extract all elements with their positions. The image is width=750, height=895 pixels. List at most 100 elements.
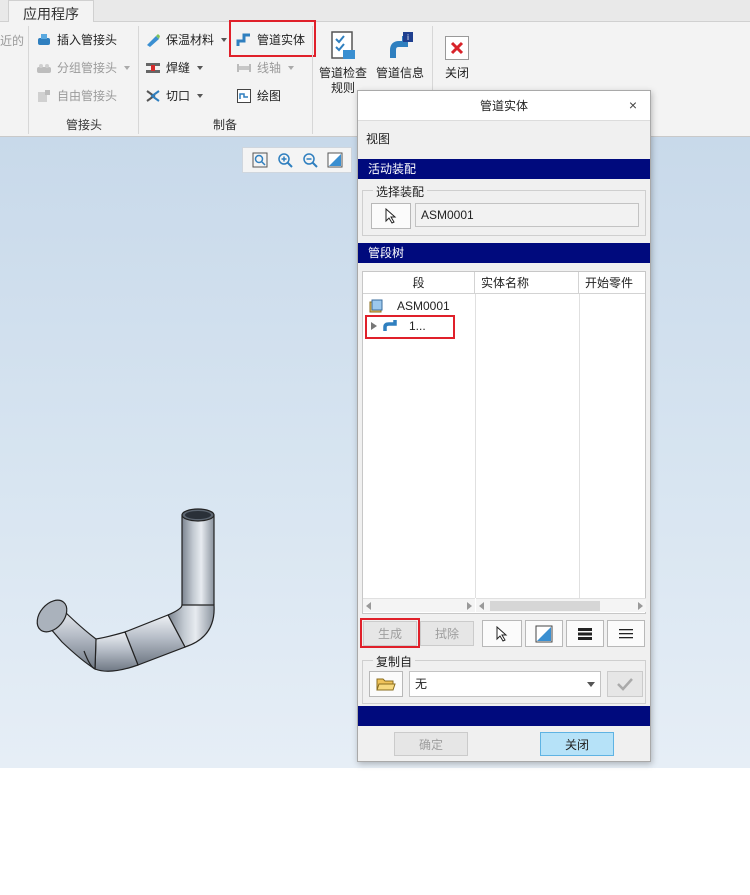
select-assembly-label: 选择装配 bbox=[373, 183, 428, 200]
pipe-joint-group-label: 管接头 bbox=[65, 118, 102, 132]
watermark-url: jingyan.baidu.com bbox=[578, 866, 680, 879]
highlight-box-segment bbox=[365, 315, 455, 339]
column-header-segment[interactable]: 段 bbox=[363, 272, 475, 294]
cursor-arrow-icon bbox=[385, 208, 397, 224]
shading-icon bbox=[535, 625, 553, 642]
group-pipe-joint-button[interactable]: 分组管接头 bbox=[36, 59, 131, 76]
scrollbar-thumb[interactable] bbox=[490, 601, 600, 611]
baidu-watermark: Bai◕经验 jingyan.baidu.com bbox=[578, 835, 748, 895]
ribbon-close-button[interactable]: 关闭 bbox=[438, 36, 476, 81]
column-divider bbox=[579, 294, 580, 598]
segment-tree-table[interactable]: 段 实体名称 开始零件 ASM0001 1... bbox=[362, 271, 646, 614]
checkmark-icon bbox=[617, 678, 633, 691]
scroll-left-icon[interactable] bbox=[479, 602, 484, 610]
horizontal-scrollbar[interactable] bbox=[476, 598, 646, 612]
insert-joint-icon bbox=[38, 33, 50, 45]
folder-open-icon bbox=[376, 678, 396, 691]
ribbon-tab-row: 应用程序 bbox=[0, 0, 750, 22]
cut-icon bbox=[146, 89, 160, 102]
select-segment-button[interactable] bbox=[482, 620, 522, 647]
copy-from-value: 无 bbox=[415, 677, 428, 691]
close-button[interactable]: 关闭 bbox=[540, 732, 614, 756]
pipe-info-icon: i bbox=[390, 32, 413, 58]
truncated-command-label: 近的 bbox=[0, 34, 25, 48]
assembly-field[interactable]: ASM0001 bbox=[415, 203, 639, 227]
horizontal-scrollbar[interactable] bbox=[363, 598, 475, 612]
menu-view[interactable]: 视图 bbox=[366, 132, 390, 146]
select-assembly-button[interactable] bbox=[371, 203, 411, 229]
highlight-box-generate bbox=[360, 618, 420, 648]
check-rules-button[interactable]: 管道检查 规则 bbox=[316, 30, 370, 96]
scroll-right-icon[interactable] bbox=[638, 602, 643, 610]
column-header-solid-name[interactable]: 实体名称 bbox=[475, 272, 579, 294]
dialog-title-bar: 管道实体 × bbox=[358, 91, 650, 121]
ribbon-separator bbox=[312, 26, 313, 134]
dropdown-caret-icon bbox=[197, 65, 204, 70]
shading-view-button[interactable] bbox=[525, 620, 563, 647]
free-pipe-joint-button[interactable]: 自由管接头 bbox=[36, 87, 117, 104]
ok-button[interactable]: 确定 bbox=[394, 732, 468, 756]
free-joint-icon bbox=[38, 89, 50, 102]
dropdown-caret-icon bbox=[197, 93, 204, 98]
dialog-status-bar bbox=[358, 706, 650, 726]
dialog-menu-bar: 视图 bbox=[358, 122, 650, 150]
svg-text:i: i bbox=[407, 33, 409, 42]
drawing-icon bbox=[237, 88, 251, 103]
watermark-brand-2: 经验 bbox=[656, 842, 703, 867]
segment-tree-bar: 管段树 bbox=[358, 243, 650, 263]
insulation-label: 保温材料 bbox=[166, 33, 215, 47]
insert-pipe-joint-label: 插入管接头 bbox=[57, 33, 118, 47]
pipe-info-label: 管道信息 bbox=[375, 66, 424, 80]
tree-row-asm[interactable]: ASM0001 bbox=[363, 297, 450, 315]
erase-button[interactable]: 拭除 bbox=[420, 621, 474, 646]
dropdown-caret-icon bbox=[288, 65, 295, 70]
assembly-icon bbox=[369, 299, 383, 313]
group-pipe-joint-label: 分组管接头 bbox=[57, 61, 118, 75]
cursor-arrow-icon bbox=[496, 625, 508, 642]
select-assembly-group: 选择装配 ASM0001 bbox=[362, 183, 646, 236]
spool-axis-icon bbox=[237, 63, 251, 72]
highlight-box-pipe-solid bbox=[229, 20, 316, 57]
list-thick-icon bbox=[578, 627, 592, 640]
tab-applications[interactable]: 应用程序 bbox=[8, 0, 94, 22]
weld-icon bbox=[146, 62, 160, 73]
checklist-icon bbox=[331, 31, 355, 59]
expand-all-button[interactable] bbox=[566, 620, 604, 647]
copy-from-label: 复制自 bbox=[373, 653, 416, 670]
open-file-button[interactable] bbox=[369, 671, 403, 697]
scroll-right-icon[interactable] bbox=[467, 602, 472, 610]
scroll-left-icon[interactable] bbox=[366, 602, 371, 610]
watermark-brand: Bai bbox=[578, 835, 631, 868]
cut-label: 切口 bbox=[166, 89, 191, 103]
ribbon-separator bbox=[28, 26, 29, 134]
ribbon-close-label: 关闭 bbox=[444, 66, 469, 80]
dialog-close-icon[interactable]: × bbox=[626, 98, 640, 112]
confirm-copy-button[interactable] bbox=[607, 671, 643, 697]
column-divider bbox=[475, 294, 476, 598]
insulation-icon bbox=[147, 33, 160, 47]
ribbon-separator bbox=[138, 26, 139, 134]
spool-axis-label: 线轴 bbox=[257, 61, 282, 75]
drawing-label: 绘图 bbox=[257, 89, 282, 103]
dropdown-caret-icon bbox=[221, 37, 228, 42]
collapse-all-button[interactable] bbox=[607, 620, 645, 647]
weld-button[interactable]: 焊缝 bbox=[145, 59, 204, 76]
copy-from-group: 复制自 无 bbox=[362, 653, 646, 704]
column-header-start-part[interactable]: 开始零件 bbox=[579, 272, 645, 294]
weld-label: 焊缝 bbox=[166, 61, 191, 75]
copy-from-select[interactable]: 无 bbox=[409, 671, 601, 697]
free-pipe-joint-label: 自由管接头 bbox=[57, 89, 118, 103]
drawing-button[interactable]: 绘图 bbox=[236, 87, 281, 104]
dropdown-caret-icon bbox=[124, 65, 131, 70]
pipe-info-button[interactable]: i 管道信息 bbox=[373, 30, 427, 81]
check-rules-label-line1: 管道检查 bbox=[318, 66, 367, 80]
tree-row-label: ASM0001 bbox=[397, 299, 450, 313]
dialog-title: 管道实体 bbox=[479, 99, 528, 113]
cut-button[interactable]: 切口 bbox=[145, 87, 204, 104]
paw-icon: ◕ bbox=[630, 835, 657, 868]
fabrication-group-label: 制备 bbox=[212, 118, 237, 132]
insert-pipe-joint-button[interactable]: 插入管接头 bbox=[36, 31, 117, 48]
chevron-down-icon bbox=[587, 682, 595, 687]
insulation-button[interactable]: 保温材料 bbox=[145, 31, 228, 48]
spool-axis-button[interactable]: 线轴 bbox=[236, 59, 295, 76]
